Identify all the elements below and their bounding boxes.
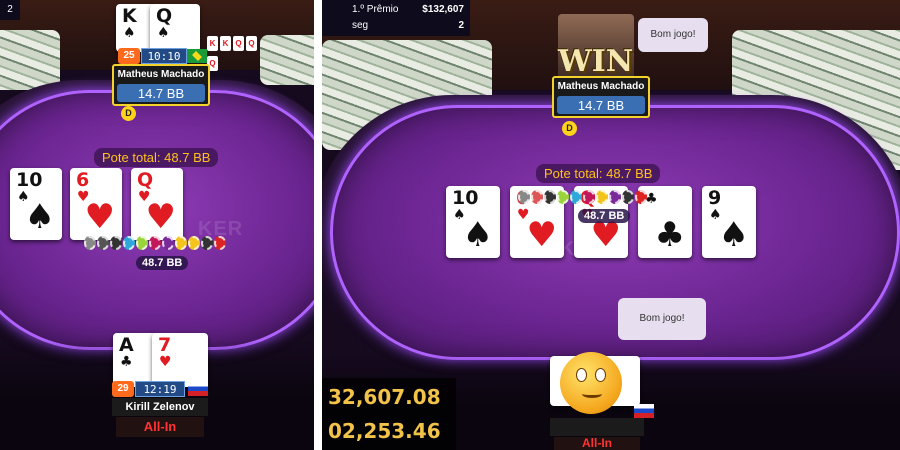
card-rank: 10 [16,169,43,191]
board-card-1: 10 ♠ ♠ [446,186,500,258]
scoreboard-value-1: 32,607.08 [328,385,441,409]
emoji-eye [595,368,606,382]
chip [518,190,530,204]
chip [84,236,96,250]
heart-icon: ♥ [526,215,557,255]
opponent-timer: 10:10 [141,48,187,64]
dealer-button-icon: D [562,121,577,136]
top-left-count: 2 [0,0,20,20]
card-rank: K [122,5,137,27]
mini-card: K [220,36,231,51]
pot-amount: 48.7 BB [136,256,189,270]
chip [583,190,595,204]
hero-name[interactable]: Kirill Zelenov [112,398,208,416]
card-rank: Q [156,5,173,27]
win-text: WIN [558,44,634,79]
heart-icon: ♥ [159,354,172,370]
spade-icon: ♠ [462,215,493,255]
chip [188,236,200,250]
chip-stack-icon [84,236,226,252]
chip-stack-icon [518,190,647,206]
brazil-flag-icon [187,49,207,63]
spade-icon: ♠ [123,25,136,41]
hero-card-2: 7 ♥ [152,333,208,387]
opponent-player-box[interactable]: Matheus Machado 14.7 BB [552,76,650,118]
board-card-2: 6 ♥ ♥ [70,168,122,240]
seg-value: 2 [458,20,464,31]
chip [570,190,582,204]
card-rank: 7 [158,334,172,356]
hero-level-badge: 29 [112,381,134,397]
hero-allin-status: All-In [554,437,640,450]
card-rank: A [119,334,134,356]
chip [136,236,148,250]
scoreboard-value-2: 02,253.46 [328,419,441,443]
opponent-stack: 14.7 BB [137,86,185,101]
pot-total-label: Pote total: 48.7 BB [536,164,661,183]
board-card-1: 10 ♠ ♠ [10,168,62,240]
board-card-3: Q ♥ ♥ [131,168,183,240]
opponent-player-box[interactable]: Matheus Machado 14.7 BB [112,64,210,106]
chip [149,236,161,250]
pot-total-label: Pote total: 48.7 BB [94,148,219,167]
chip [201,236,213,250]
left-table-panel: KER 2 K ♠ Q ♠ K K Q Q Q 25 10:10 Matheus… [0,0,314,450]
russia-flag-icon [634,404,654,418]
chip [175,236,187,250]
russia-flag-icon [188,382,208,396]
prize-value: $132,607 [422,4,464,15]
emoji-eye [576,368,587,382]
mini-card: Q [246,36,257,51]
chip [622,190,634,204]
opponent-mini-cards: K K Q Q [207,36,257,51]
chip [214,236,226,250]
pot-amount: 48.7 BB [578,209,631,223]
card-rank: 10 [452,187,479,209]
right-table-panel: KER 1.º Prêmio $132,607 seg 2 WIN Bom jo… [322,0,900,450]
chat-bubble-bottom: Bom jogo! [618,298,706,340]
board-card-5: 9 ♠ ♠ [702,186,756,258]
chip [609,190,621,204]
chip [162,236,174,250]
seg-label: seg [352,20,369,31]
money-stack-right [260,35,314,85]
side-scoreboard: 32,607.08 02,253.46 [322,378,456,450]
opponent-stack: 14.7 BB [577,98,625,113]
chip [123,236,135,250]
chip [635,190,647,204]
card-rank: 9 [708,187,722,209]
emoji-mouth [582,390,602,398]
mini-card: K [207,36,218,51]
heart-icon: ♥ [590,215,621,255]
club-icon: ♣ [120,354,133,370]
chat-bubble-top: Bom jogo! [638,18,708,52]
opponent-name: Matheus Machado [557,81,645,92]
emoji-icon [560,352,622,414]
card-rank: Q [137,169,154,191]
chip [110,236,122,250]
chip [531,190,543,204]
prize-label: 1.º Prêmio [352,4,399,15]
card-rank: 6 [76,169,90,191]
money-stack-left [0,30,60,90]
heart-icon: ♥ [84,197,115,237]
spade-icon: ♠ [157,25,170,41]
spade-icon: ♠ [718,215,749,255]
opponent-name: Matheus Machado [117,69,205,80]
club-icon: ♣ [654,215,685,255]
hero-timer: 12:19 [135,381,185,397]
heart-icon: ♥ [145,197,176,237]
chip [544,190,556,204]
chip [596,190,608,204]
hero-name-plate[interactable] [550,418,644,436]
dealer-button-icon: D [121,106,136,121]
mini-card: Q [233,36,244,51]
opponent-card-2: Q ♠ [150,4,200,52]
chip [557,190,569,204]
chip [97,236,109,250]
spade-icon: ♠ [24,197,55,237]
opponent-level-badge: 25 [118,48,140,64]
prize-info-bar: 1.º Prêmio $132,607 seg 2 [322,0,470,36]
hero-allin-status: All-In [116,417,204,437]
